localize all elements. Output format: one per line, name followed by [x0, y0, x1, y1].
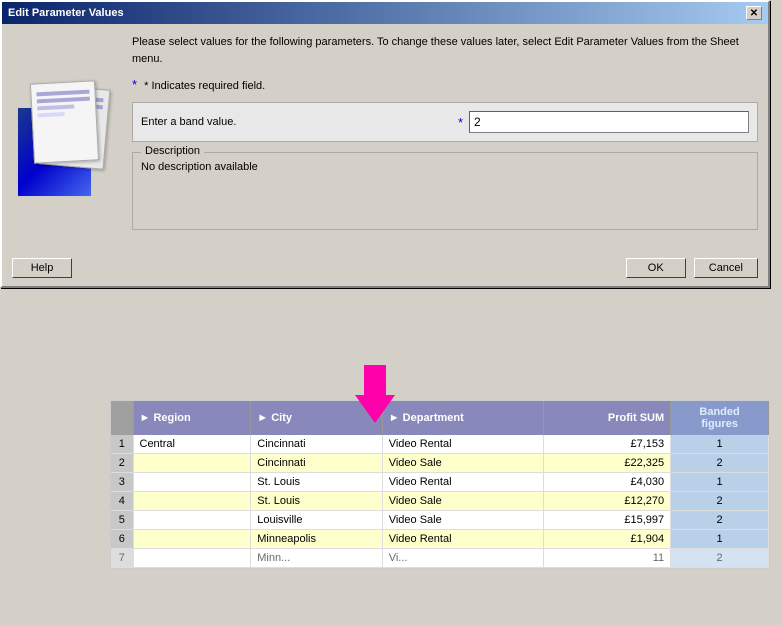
dialog-footer: Help OK Cancel [2, 250, 768, 286]
dialog-titlebar: Edit Parameter Values ✕ [2, 2, 768, 24]
dialog-body: Please select values for the following p… [2, 24, 768, 250]
cell-banded: 1 [671, 530, 769, 549]
cell-region [133, 492, 251, 511]
parameter-row: Enter a band value. * [132, 102, 758, 142]
cell-region [133, 511, 251, 530]
cell-rownum: 1 [111, 435, 133, 454]
cell-city: St. Louis [251, 473, 382, 492]
cell-profit: 11 [544, 549, 671, 568]
arrow-shaft [364, 365, 386, 395]
doc-line [36, 90, 89, 97]
cell-rownum: 3 [111, 473, 133, 492]
cell-rownum: 2 [111, 454, 133, 473]
dialog-title: Edit Parameter Values [8, 7, 124, 19]
cell-region [133, 549, 251, 568]
cell-banded: 2 [671, 511, 769, 530]
cell-profit: £7,153 [544, 435, 671, 454]
doc-line [38, 112, 65, 117]
edit-parameter-dialog: Edit Parameter Values ✕ [0, 0, 770, 288]
cell-department: Video Rental [382, 530, 544, 549]
cell-region: Central [133, 435, 251, 454]
cell-banded: 2 [671, 492, 769, 511]
cell-profit: £15,997 [544, 511, 671, 530]
table-row: 1 Central Cincinnati Video Rental £7,153… [111, 435, 769, 454]
cell-rownum: 4 [111, 492, 133, 511]
table-row: 3 St. Louis Video Rental £4,030 1 [111, 473, 769, 492]
table-row: 5 Louisville Video Sale £15,997 2 [111, 511, 769, 530]
cell-department: Video Sale [382, 454, 544, 473]
dialog-intro: Please select values for the following p… [132, 34, 758, 67]
cancel-button[interactable]: Cancel [694, 258, 758, 278]
cell-region [133, 473, 251, 492]
param-required-star: * [458, 115, 463, 130]
cell-profit: £12,270 [544, 492, 671, 511]
cell-banded: 1 [671, 435, 769, 454]
cell-rownum: 6 [111, 530, 133, 549]
col-header-region: ► Region [133, 401, 251, 435]
document-icon [17, 77, 117, 197]
cell-profit: £22,325 [544, 454, 671, 473]
data-table-container: ► Region ► City ► Department Profit SUM … [110, 400, 770, 569]
col-header-banded: Bandedfigures [671, 401, 769, 435]
cell-banded: 1 [671, 473, 769, 492]
col-header-department: ► Department [382, 401, 544, 435]
cell-profit: £4,030 [544, 473, 671, 492]
cell-region [133, 530, 251, 549]
cell-department: Vi... [382, 549, 544, 568]
doc-page-front [30, 80, 99, 163]
table-header: ► Region ► City ► Department Profit SUM … [111, 401, 769, 435]
col-header-profit: Profit SUM [544, 401, 671, 435]
description-group: Description No description available [132, 152, 758, 230]
cell-rownum: 7 [111, 549, 133, 568]
cell-city: Minneapolis [251, 530, 382, 549]
cell-profit: £1,904 [544, 530, 671, 549]
doc-line [37, 97, 90, 104]
table-row: 7 Minn... Vi... 11 2 [111, 549, 769, 568]
arrow-head [355, 395, 395, 423]
description-legend: Description [141, 145, 204, 157]
band-value-input[interactable] [469, 111, 749, 133]
table-row: 4 St. Louis Video Sale £12,270 2 [111, 492, 769, 511]
param-label: Enter a band value. [141, 116, 458, 128]
cell-department: Video Rental [382, 435, 544, 454]
down-arrow [355, 365, 395, 423]
table-row: 2 Cincinnati Video Sale £22,325 2 [111, 454, 769, 473]
table-row: 6 Minneapolis Video Rental £1,904 1 [111, 530, 769, 549]
required-note-text: * Indicates required field. [144, 80, 265, 92]
cell-city: Minn... [251, 549, 382, 568]
cell-city: St. Louis [251, 492, 382, 511]
cell-banded: 2 [671, 549, 769, 568]
cell-city: Louisville [251, 511, 382, 530]
cell-city: Cincinnati [251, 454, 382, 473]
dialog-content: Please select values for the following p… [132, 34, 758, 240]
description-text: No description available [141, 161, 749, 221]
doc-line [37, 104, 74, 110]
cell-region [133, 454, 251, 473]
cell-department: Video Rental [382, 473, 544, 492]
cell-department: Video Sale [382, 492, 544, 511]
dialog-icon-area [12, 34, 122, 240]
help-button[interactable]: Help [12, 258, 72, 278]
cell-banded: 2 [671, 454, 769, 473]
close-button[interactable]: ✕ [746, 6, 762, 20]
cell-city: Cincinnati [251, 435, 382, 454]
table-body: 1 Central Cincinnati Video Rental £7,153… [111, 435, 769, 568]
required-star-icon: * [132, 77, 137, 92]
ok-button[interactable]: OK [626, 258, 686, 278]
cell-rownum: 5 [111, 511, 133, 530]
col-header-rownum [111, 401, 133, 435]
required-note: * * Indicates required field. [132, 77, 758, 92]
data-table: ► Region ► City ► Department Profit SUM … [111, 401, 769, 568]
cell-department: Video Sale [382, 511, 544, 530]
